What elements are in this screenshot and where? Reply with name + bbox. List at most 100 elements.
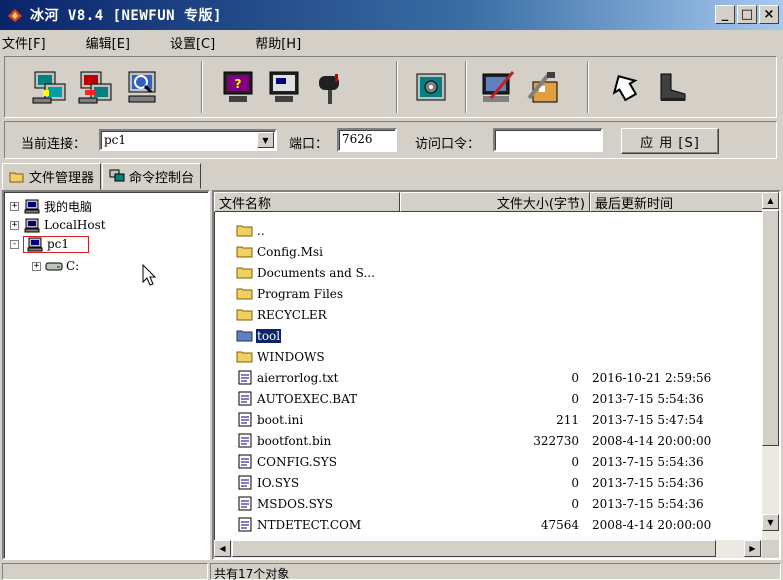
status-left [2,563,208,580]
password-label: 访问口令： [415,137,481,152]
close-button[interactable]: × [759,5,779,24]
scroll-corner [762,540,779,558]
tab-command-console[interactable]: 命令控制台 [102,163,202,189]
table-row[interactable]: aierrorlog.txt [236,367,340,388]
file-size: 0 [571,371,579,385]
table-row[interactable]: .. [236,220,266,241]
scroll-left-button[interactable]: ◀ [214,540,231,557]
tree-item-my-computer[interactable]: + 我的电脑 [10,198,92,214]
vertical-scrollbar[interactable]: ▲ ▼ [762,192,779,540]
file-name: Program Files [257,286,344,301]
current-connection-value: pc1 [104,133,127,147]
table-row[interactable]: Config.Msi [236,241,324,262]
file-size: 211 [556,413,579,427]
tree-item-label: LocalHost [44,218,106,232]
maximize-button[interactable]: □ [737,5,757,24]
file-time: 2008-4-14 20:00:00 [592,518,712,532]
config-server-button[interactable] [475,64,521,110]
menu-file[interactable]: 文件[F] [0,33,53,52]
table-row[interactable]: AUTOEXEC.BAT [236,388,358,409]
tab-file-manager[interactable]: 文件管理器 [2,163,102,190]
table-row[interactable]: WINDOWS [236,346,326,367]
menu-edit[interactable]: 编辑[E] [79,33,137,52]
screen-capture-icon: ? [223,71,253,102]
computer-icon [24,199,40,213]
drive-icon [45,262,63,270]
exit-button[interactable] [649,64,695,110]
current-connection-combo[interactable]: pc1 ▼ [99,129,277,151]
scroll-up-button[interactable]: ▲ [762,192,779,209]
table-row[interactable]: bootfont.bin [236,430,332,451]
expand-icon[interactable]: + [10,201,19,211]
minimize-button[interactable]: _ [715,5,735,24]
packaging-tools-button[interactable] [521,64,567,110]
file-name: .. [257,223,265,238]
file-list-header: 文件名称 文件大小(字节) 最后更新时间 [214,192,763,212]
file-size: 47564 [540,518,579,532]
back-button[interactable] [603,64,649,110]
folder-open-icon [9,172,24,182]
horizontal-scrollbar[interactable]: ◀ ▶ [214,540,763,558]
tree-item-drive-c[interactable]: + C: [32,258,79,274]
folder-icon [236,288,253,300]
screen-control-icon [269,71,299,102]
file-name: NTDETECT.COM [257,517,362,532]
file-size: 322730 [533,434,579,448]
apply-button[interactable]: 应 用 [S] [621,128,719,154]
collapse-icon[interactable]: - [10,239,19,249]
scroll-right-button[interactable]: ▶ [744,540,761,557]
vertical-scroll-thumb[interactable] [762,210,779,446]
settings-panel-icon [416,73,446,101]
column-header-name[interactable]: 文件名称 [214,192,400,212]
file-name: IO.SYS [257,475,300,490]
tree-item-localhost[interactable]: + LocalHost [10,217,106,233]
file-time: 2013-7-15 5:54:36 [592,455,704,469]
settings-panel-button[interactable] [408,64,454,110]
search-computer-button[interactable] [119,64,165,110]
folder-icon [236,351,253,363]
table-row[interactable]: Program Files [236,283,344,304]
console-icon [109,169,125,182]
file-name: WINDOWS [257,349,325,364]
port-input[interactable]: 7626 [337,128,397,152]
table-row[interactable]: MSDOS.SYS [236,493,334,514]
column-header-size[interactable]: 文件大小(字节) [400,192,590,212]
column-header-time[interactable]: 最后更新时间 [590,192,763,212]
table-row[interactable]: tool [236,325,282,346]
expand-icon[interactable]: + [32,261,41,271]
file-icon [238,433,252,448]
table-row[interactable]: NTDETECT.COM [236,514,362,535]
file-name: CONFIG.SYS [257,454,337,469]
table-row[interactable]: CONFIG.SYS [236,451,338,472]
table-row[interactable]: RECYCLER [236,304,328,325]
screen-capture-button[interactable]: ? [215,64,261,110]
table-row[interactable]: IO.SYS [236,472,300,493]
chevron-down-icon[interactable]: ▼ [257,132,274,148]
file-list[interactable]: 文件名称 文件大小(字节) 最后更新时间 .. Config.Msi Documen… [212,190,781,560]
tree-item-pc1[interactable]: - pc1 [10,235,89,253]
table-row[interactable]: Documents and S... [236,262,376,283]
remove-computer-button[interactable] [73,64,119,110]
add-computer-button[interactable] [27,64,73,110]
title-bar[interactable]: 冰河 V8.4 [NEWFUN 专版] _ □ × [0,0,783,30]
table-row[interactable]: boot.ini [236,409,304,430]
scroll-down-button[interactable]: ▼ [762,514,779,531]
expand-icon[interactable]: + [10,220,19,230]
mailbox-button[interactable] [307,64,353,110]
remove-computer-icon [78,71,112,104]
screen-control-button[interactable] [261,64,307,110]
file-name: MSDOS.SYS [257,496,333,511]
window-title: 冰河 V8.4 [NEWFUN 专版] [30,8,222,24]
exit-boot-icon [660,73,686,101]
menu-settings[interactable]: 设置[C] [163,33,222,52]
password-input[interactable] [493,128,603,152]
folder-icon [236,267,253,279]
horizontal-scroll-thumb[interactable] [232,540,716,557]
tree-panel[interactable]: + 我的电脑 + LocalHost - pc1 + C: [2,190,210,560]
file-time: 2008-4-14 20:00:00 [592,434,712,448]
port-label: 端口： [289,137,329,152]
file-name: tool [256,328,282,343]
file-name: aierrorlog.txt [257,370,339,385]
toolbar: ? [4,56,777,118]
menu-help[interactable]: 帮助[H] [248,33,308,52]
